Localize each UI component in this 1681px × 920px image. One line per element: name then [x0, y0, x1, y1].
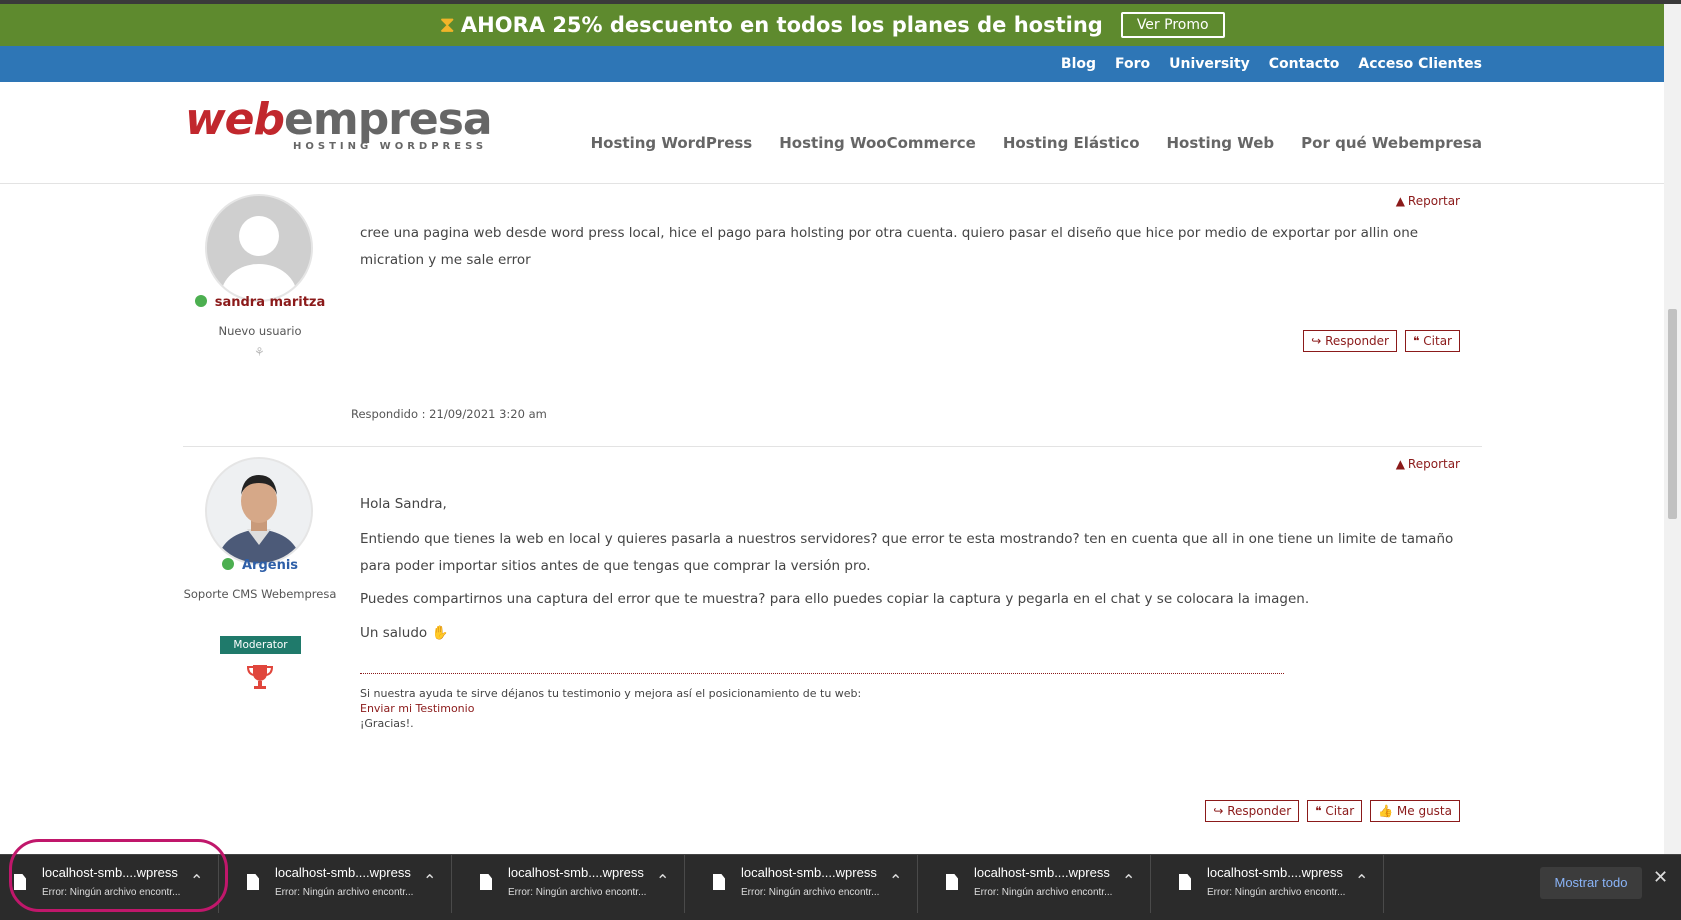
avatar[interactable]: [205, 457, 313, 565]
online-status-icon: [221, 558, 234, 570]
nav-hosting-wordpress[interactable]: Hosting WordPress: [591, 134, 753, 152]
reply-button[interactable]: ↪ Responder: [1205, 800, 1300, 822]
chevron-up-icon[interactable]: ⌃: [889, 871, 902, 890]
post-paragraph: Entiendo que tienes la web en local y qu…: [360, 531, 1454, 574]
avatar[interactable]: [205, 194, 313, 302]
download-item[interactable]: localhost-smb....wpress Error: Ningún ar…: [932, 855, 1151, 913]
reply-timestamp: Respondido : 21/09/2021 3:20 am: [351, 407, 547, 421]
site-header: webempresa HOSTING WORDPRESS Hosting Wor…: [0, 82, 1664, 184]
scrollbar-thumb[interactable]: [1668, 309, 1677, 519]
chevron-up-icon[interactable]: ⌃: [1355, 871, 1368, 890]
author-name[interactable]: Argenis: [183, 558, 337, 573]
download-item[interactable]: localhost-smb....wpress Error: Ningún ar…: [466, 855, 685, 913]
reply-button[interactable]: ↪ Responder: [1303, 330, 1397, 352]
nav-hosting-elastico[interactable]: Hosting Elástico: [1003, 134, 1140, 152]
download-item[interactable]: localhost-smb....wpress Error: Ningún ar…: [233, 855, 452, 913]
downloads-bar: localhost-smb....wpress Error: Ningún ar…: [0, 854, 1681, 920]
file-icon: [480, 874, 492, 890]
page-scrollbar[interactable]: [1664, 4, 1681, 854]
promo-banner: ⧗ AHORA 25% descuento en todos los plane…: [0, 4, 1664, 46]
forum-post: sandra maritza Nuevo usuario ⚘ ▲ Reportar…: [183, 184, 1482, 445]
topnav-blog[interactable]: Blog: [1061, 56, 1096, 72]
quote-button[interactable]: ❝ Citar: [1405, 330, 1460, 352]
topnav-acceso-clientes[interactable]: Acceso Clientes: [1358, 56, 1482, 72]
report-link[interactable]: ▲ Reportar: [1396, 194, 1460, 208]
chevron-up-icon[interactable]: ⌃: [1122, 871, 1135, 890]
file-icon: [247, 874, 259, 890]
close-icon[interactable]: ✕: [1653, 867, 1668, 888]
annotation-highlight-circle: [9, 839, 228, 912]
post-greeting: Hola Sandra,: [360, 496, 447, 512]
post-signature: Si nuestra ayuda te sirve déjanos tu tes…: [360, 673, 1284, 731]
hourglass-icon: ⧗: [439, 12, 455, 38]
author-role: Nuevo usuario: [218, 324, 302, 338]
post-closing: Un saludo ✋: [360, 625, 449, 641]
nav-hosting-woocommerce[interactable]: Hosting WooCommerce: [779, 134, 976, 152]
main-nav: Hosting WordPress Hosting WooCommerce Ho…: [564, 134, 1482, 152]
trophy-icon: [245, 663, 275, 695]
file-icon: [1179, 874, 1191, 890]
author-role: Soporte CMS Webempresa: [183, 587, 337, 601]
nav-por-que-webempresa[interactable]: Por qué Webempresa: [1301, 134, 1482, 152]
post-body: cree una pagina web desde word press loc…: [360, 225, 1419, 268]
testimonial-link[interactable]: Enviar mi Testimonio: [360, 701, 1284, 716]
warning-icon: ▲: [1395, 194, 1405, 208]
moderator-badge: Moderator: [220, 636, 301, 654]
download-item[interactable]: localhost-smb....wpress Error: Ningún ar…: [1165, 855, 1384, 913]
post-actions: ↪ Responder ❝ Citar 👍 Me gusta: [1197, 800, 1460, 822]
topnav-contacto[interactable]: Contacto: [1269, 56, 1340, 72]
file-icon: [713, 874, 725, 890]
top-nav: Blog Foro University Contacto Acceso Cli…: [0, 46, 1664, 82]
waving-hand-icon: ✋: [431, 625, 449, 641]
webempresa-logo[interactable]: webempresa HOSTING WORDPRESS: [185, 94, 493, 152]
forum-post: Argenis Soporte CMS Webempresa Moderator…: [183, 446, 1482, 847]
like-button[interactable]: 👍 Me gusta: [1370, 800, 1460, 822]
ver-promo-button[interactable]: Ver Promo: [1120, 12, 1225, 38]
topnav-university[interactable]: University: [1169, 56, 1250, 72]
chevron-up-icon[interactable]: ⌃: [656, 871, 669, 890]
promo-text: AHORA 25% descuento en todos los planes …: [460, 13, 1103, 37]
file-icon: [946, 874, 958, 890]
nav-hosting-web[interactable]: Hosting Web: [1167, 134, 1275, 152]
warning-icon: ▲: [1395, 457, 1405, 471]
report-link[interactable]: ▲ Reportar: [1396, 457, 1460, 471]
post-paragraph: Puedes compartirnos una captura del erro…: [360, 591, 1310, 607]
topnav-foro[interactable]: Foro: [1115, 56, 1150, 72]
author-name[interactable]: sandra maritza: [183, 295, 337, 310]
chevron-up-icon[interactable]: ⌃: [423, 871, 436, 890]
rank-icon: ⚘: [254, 345, 265, 359]
download-item[interactable]: localhost-smb....wpress Error: Ningún ar…: [699, 855, 918, 913]
quote-button[interactable]: ❝ Citar: [1307, 800, 1363, 822]
show-all-button[interactable]: Mostrar todo: [1540, 867, 1642, 899]
post-actions: ↪ Responder ❝ Citar: [1295, 330, 1460, 352]
online-status-icon: [194, 295, 207, 307]
